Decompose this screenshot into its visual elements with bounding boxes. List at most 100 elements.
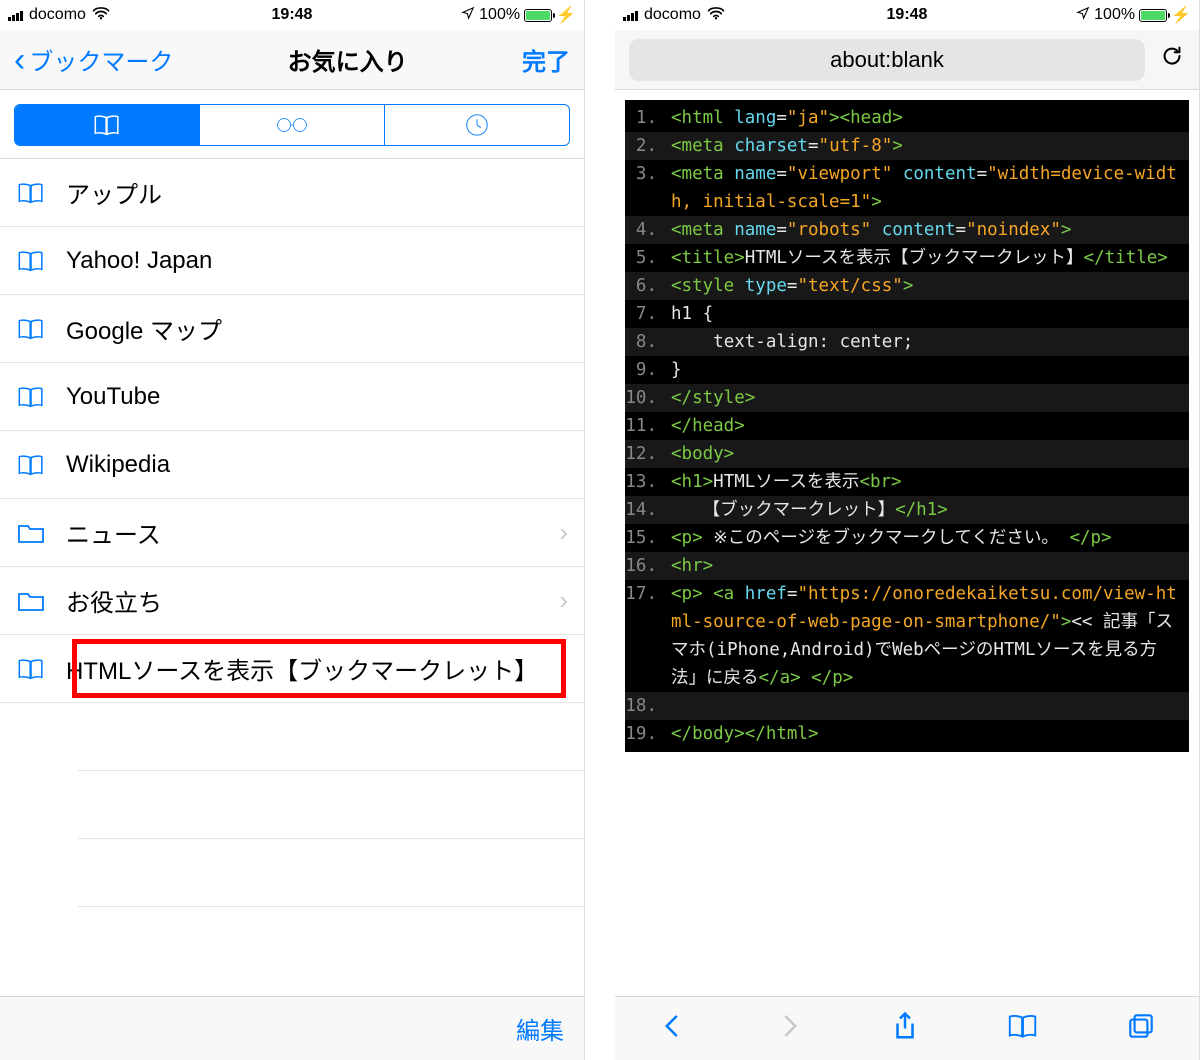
- tabs-button[interactable]: [1126, 1011, 1156, 1046]
- signal-icon: [623, 9, 638, 21]
- book-icon: [16, 450, 46, 480]
- battery-pct: 100%: [479, 6, 520, 24]
- empty-row: [78, 839, 584, 907]
- folder-icon: [16, 518, 46, 548]
- book-icon: [1006, 1011, 1040, 1041]
- reload-button[interactable]: [1159, 43, 1185, 76]
- code-text: <hr>: [667, 552, 1189, 580]
- status-time: 19:48: [812, 6, 1001, 24]
- nav-forward-button[interactable]: [774, 1011, 804, 1046]
- bookmark-row[interactable]: YouTube: [0, 363, 584, 431]
- bookmark-row[interactable]: Wikipedia: [0, 431, 584, 499]
- right-phone: docomo 19:48 100% ⚡ about:blank 1.<html …: [615, 0, 1200, 1060]
- code-text: </head>: [667, 412, 1189, 440]
- code-text: text-align: center;: [667, 328, 1189, 356]
- tab-history[interactable]: [385, 105, 569, 145]
- line-number: 5.: [625, 244, 667, 272]
- bookmark-row[interactable]: Yahoo! Japan: [0, 227, 584, 295]
- code-line: 14. 【ブックマークレット】</h1>: [625, 496, 1189, 524]
- tab-bookmarks[interactable]: [15, 105, 200, 145]
- code-text: h1 {: [667, 300, 1189, 328]
- code-line: 18.: [625, 692, 1189, 720]
- battery-pct: 100%: [1094, 6, 1135, 24]
- url-bar: about:blank: [615, 30, 1199, 90]
- back-button[interactable]: ‹ ブックマーク: [14, 42, 173, 77]
- line-number: 19.: [625, 720, 667, 748]
- carrier-label: docomo: [644, 6, 701, 24]
- chevron-right-icon: ›: [559, 585, 568, 616]
- wifi-icon: [92, 6, 110, 24]
- bookmark-label: Wikipedia: [66, 451, 568, 479]
- status-bar: docomo 19:48 100% ⚡: [0, 0, 584, 30]
- code-line: 9.}: [625, 356, 1189, 384]
- book-icon: [16, 178, 46, 208]
- code-text: <meta charset="utf-8">: [667, 132, 1189, 160]
- bookmark-row[interactable]: アップル: [0, 159, 584, 227]
- bookmarks-button[interactable]: [1006, 1011, 1040, 1046]
- location-icon: [1076, 6, 1090, 25]
- status-time: 19:48: [197, 6, 386, 24]
- code-line: 7.h1 {: [625, 300, 1189, 328]
- code-text: <title>HTMLソースを表示【ブックマークレット】</title>: [667, 244, 1189, 272]
- code-text: 【ブックマークレット】</h1>: [667, 496, 1189, 524]
- bookmark-label: お役立ち: [66, 583, 539, 618]
- code-text: </body></html>: [667, 720, 1189, 748]
- bookmark-row[interactable]: HTMLソースを表示【ブックマークレット】: [0, 635, 584, 703]
- code-line: 6.<style type="text/css">: [625, 272, 1189, 300]
- line-number: 2.: [625, 132, 667, 160]
- empty-row: [78, 703, 584, 771]
- charging-icon: ⚡: [1171, 5, 1191, 25]
- code-line: 13.<h1>HTMLソースを表示<br>: [625, 468, 1189, 496]
- book-icon: [16, 246, 46, 276]
- done-button[interactable]: 完了: [522, 42, 570, 77]
- code-block: 1.<html lang="ja"><head>2.<meta charset=…: [625, 100, 1189, 752]
- code-line: 10.</style>: [625, 384, 1189, 412]
- bookmark-row[interactable]: Google マップ: [0, 295, 584, 363]
- code-line: 2.<meta charset="utf-8">: [625, 132, 1189, 160]
- book-icon: [16, 382, 46, 412]
- back-label: ブックマーク: [29, 42, 173, 77]
- battery-icon: [1139, 9, 1167, 22]
- chevron-right-icon: ›: [559, 517, 568, 548]
- bookmarks-list: アップルYahoo! Japan Google マップ YouTube Wikiped…: [0, 159, 584, 996]
- code-line: 4.<meta name="robots" content="noindex">: [625, 216, 1189, 244]
- line-number: 7.: [625, 300, 667, 328]
- code-text: [667, 692, 1189, 720]
- code-text: </style>: [667, 384, 1189, 412]
- code-text: <p> ※このページをブックマークしてください。 </p>: [667, 524, 1189, 552]
- nav-header: ‹ ブックマーク お気に入り 完了: [0, 30, 584, 90]
- edit-button[interactable]: 編集: [516, 1011, 564, 1046]
- code-text: <p> <a href="https://onoredekaiketsu.com…: [667, 580, 1189, 692]
- tabs-icon: [1126, 1011, 1156, 1041]
- code-line: 12.<body>: [625, 440, 1189, 468]
- wifi-icon: [707, 6, 725, 24]
- line-number: 11.: [625, 412, 667, 440]
- bookmark-row[interactable]: ニュース ›: [0, 499, 584, 567]
- bottom-toolbar: 編集: [0, 996, 584, 1060]
- line-number: 1.: [625, 104, 667, 132]
- line-number: 16.: [625, 552, 667, 580]
- url-field[interactable]: about:blank: [629, 39, 1145, 81]
- tab-reading-list[interactable]: [200, 105, 385, 145]
- bookmark-row[interactable]: お役立ち ›: [0, 567, 584, 635]
- empty-row: [78, 771, 584, 839]
- line-number: 12.: [625, 440, 667, 468]
- charging-icon: ⚡: [556, 5, 576, 25]
- chevron-left-icon: [658, 1011, 688, 1041]
- signal-icon: [8, 9, 23, 21]
- nav-back-button[interactable]: [658, 1011, 688, 1046]
- reload-icon: [1159, 43, 1185, 69]
- line-number: 3.: [625, 160, 667, 188]
- share-icon: [890, 1011, 920, 1041]
- segmented-control: [14, 104, 570, 146]
- line-number: 13.: [625, 468, 667, 496]
- bookmark-label: ニュース: [66, 515, 539, 550]
- code-line: 8. text-align: center;: [625, 328, 1189, 356]
- share-button[interactable]: [890, 1011, 920, 1046]
- line-number: 8.: [625, 328, 667, 356]
- line-number: 9.: [625, 356, 667, 384]
- bookmark-label: HTMLソースを表示【ブックマークレット】: [66, 651, 568, 686]
- safari-toolbar: [615, 996, 1199, 1060]
- code-text: }: [667, 356, 1189, 384]
- bookmark-label: Google マップ: [66, 311, 568, 346]
